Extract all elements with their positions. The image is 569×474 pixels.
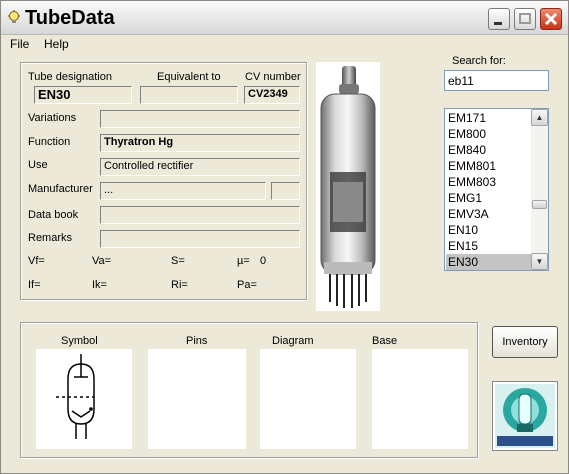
app-window: TubeData File Help Tube designation Equi…: [0, 0, 569, 474]
function-field[interactable]: Thyratron Hg: [100, 134, 300, 152]
menu-help[interactable]: Help: [44, 37, 69, 51]
thyratron-symbol-icon: [56, 354, 95, 439]
app-logo: [492, 381, 558, 451]
cv-number-label: CV number: [245, 71, 301, 83]
databook-field[interactable]: [100, 206, 300, 224]
variations-field[interactable]: [100, 110, 300, 128]
search-label: Search for:: [452, 55, 506, 67]
menu-file[interactable]: File: [10, 37, 29, 51]
diagram-box: [260, 349, 356, 449]
pins-box: [148, 349, 246, 449]
manufacturer-label: Manufacturer: [28, 183, 93, 195]
va-label: Va=: [92, 255, 112, 267]
remarks-field[interactable]: [100, 230, 300, 248]
manufacturer-extra-field[interactable]: [271, 182, 300, 200]
mu-value: 0: [260, 255, 267, 267]
close-button[interactable]: [540, 8, 562, 30]
maximize-button[interactable]: [514, 8, 536, 30]
menu-bar: File Help: [1, 35, 568, 54]
equivalent-field[interactable]: [140, 86, 238, 104]
list-item[interactable]: EM840: [446, 142, 531, 158]
list-item[interactable]: EMG1: [446, 190, 531, 206]
search-input[interactable]: [444, 70, 549, 91]
if-label: If=: [28, 279, 41, 291]
list-item[interactable]: EN30: [446, 254, 531, 270]
equivalent-label: Equivalent to: [157, 71, 221, 83]
lightbulb-icon: [8, 10, 20, 23]
list-item[interactable]: EN10: [446, 222, 531, 238]
tube-list[interactable]: EM171 EM800 EM840 EMM801 EMM803 EMG1 EMV3A EN10…: [444, 108, 549, 271]
use-label: Use: [28, 159, 48, 171]
tube-photo: [316, 62, 380, 311]
symbol-box: [36, 349, 132, 449]
function-label: Function: [28, 136, 71, 148]
list-item[interactable]: EMV3A: [446, 206, 531, 222]
use-field[interactable]: Controlled rectifier: [100, 158, 300, 176]
scroll-down-button[interactable]: ▼: [531, 253, 548, 270]
base-label: Base: [372, 335, 398, 347]
cv-number-field[interactable]: CV2349: [244, 86, 300, 104]
symbol-label: Symbol: [61, 335, 98, 347]
pa-label: Pa=: [237, 279, 257, 291]
scroll-up-button[interactable]: ▲: [531, 109, 548, 126]
inventory-button[interactable]: Inventory: [492, 326, 558, 358]
minimize-button[interactable]: [488, 8, 510, 30]
vacuum-tube-image: [320, 66, 376, 308]
list-item[interactable]: EMM801: [446, 158, 531, 174]
scroll-thumb[interactable]: [532, 200, 547, 209]
remarks-label: Remarks: [28, 232, 73, 244]
list-item[interactable]: EMM803: [446, 174, 531, 190]
pins-label: Pins: [186, 335, 208, 347]
databook-label: Data book: [28, 209, 79, 221]
diagram-label: Diagram: [272, 335, 314, 347]
base-box: [372, 349, 468, 449]
manufacturer-field[interactable]: ...: [100, 182, 266, 200]
tube-designation-label: Tube designation: [28, 71, 112, 83]
maximize-icon: [519, 13, 531, 24]
s-label: S=: [171, 255, 185, 267]
variations-label: Variations: [28, 112, 77, 124]
list-item[interactable]: EM171: [446, 110, 531, 126]
list-scrollbar[interactable]: ▲ ▼: [531, 109, 548, 270]
minimize-icon: [494, 22, 502, 25]
tube-logo-icon: [495, 384, 555, 448]
list-item[interactable]: EM800: [446, 126, 531, 142]
title-bar[interactable]: TubeData: [1, 1, 568, 35]
ri-label: Ri=: [171, 279, 188, 291]
mu-label: µ=: [237, 255, 250, 267]
close-icon: [544, 12, 558, 26]
ik-label: Ik=: [92, 279, 107, 291]
list-item[interactable]: EN15: [446, 238, 531, 254]
window-title: TubeData: [25, 7, 115, 29]
vf-label: Vf=: [28, 255, 45, 267]
tube-designation-field[interactable]: EN30: [34, 86, 132, 104]
